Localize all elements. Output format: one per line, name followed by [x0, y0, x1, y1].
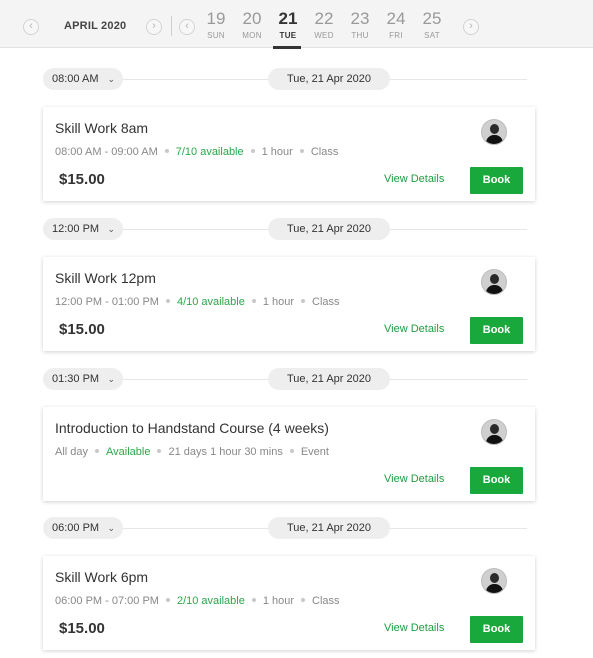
price: $15.00 — [59, 620, 105, 637]
time-separator: 06:00 PM ⌄ Tue, 21 Apr 2020 — [43, 517, 527, 539]
separator-dot — [301, 598, 306, 603]
divider — [171, 16, 172, 36]
separator-dot — [250, 149, 255, 154]
instructor-avatar — [481, 119, 507, 145]
availability: 4/10 available — [176, 296, 245, 308]
instructor-avatar — [481, 419, 507, 445]
session-card: Introduction to Handstand Course (4 week… — [43, 407, 535, 501]
session-card: Skill Work 12pm 12:00 PM - 01:00 PM 4/10 … — [43, 257, 535, 351]
day-24[interactable]: 24 FRI — [378, 9, 414, 41]
time-filter-dropdown[interactable]: 06:00 PM ⌄ — [43, 517, 123, 539]
session-meta: 08:00 AM - 09:00 AM 7/10 available 1 hour C… — [55, 146, 338, 158]
time-filter-dropdown[interactable]: 01:30 PM ⌄ — [43, 368, 123, 390]
duration: 1 hour — [262, 595, 295, 607]
session-time-range: 08:00 AM - 09:00 AM — [55, 146, 158, 158]
book-button[interactable]: Book — [470, 616, 523, 643]
date-label: Tue, 21 Apr 2020 — [268, 68, 390, 90]
time-filter-dropdown[interactable]: 12:00 PM ⌄ — [43, 218, 123, 240]
day-25[interactable]: 25 SAT — [414, 9, 450, 41]
availability: Available — [106, 446, 151, 458]
time-separator: 08:00 AM ⌄ Tue, 21 Apr 2020 — [43, 68, 527, 90]
time-filter-dropdown[interactable]: 08:00 AM ⌄ — [43, 68, 123, 90]
session-meta: 12:00 PM - 01:00 PM 4/10 available 1 hour C… — [55, 296, 340, 308]
session-meta: All day Available 21 days 1 hour 30 mins Ev… — [55, 446, 329, 458]
chevron-right-icon: › — [152, 20, 156, 32]
prev-week-button[interactable]: ‹ — [179, 19, 195, 35]
view-details-link[interactable]: View Details — [384, 173, 444, 185]
month-label: APRIL 2020 — [64, 20, 127, 32]
day-21-selected[interactable]: 21 TUE — [270, 9, 306, 49]
day-22[interactable]: 22 WED — [306, 9, 342, 41]
session-title: Introduction to Handstand Course (4 week… — [55, 420, 329, 436]
separator-dot — [289, 449, 294, 454]
view-details-link[interactable]: View Details — [384, 622, 444, 634]
availability: 7/10 available — [175, 146, 244, 158]
book-button[interactable]: Book — [470, 467, 523, 494]
date-navigation-bar: ‹ APRIL 2020 › ‹ 19 SUN 20 MON 21 TUE 22… — [0, 0, 593, 49]
view-details-link[interactable]: View Details — [384, 323, 444, 335]
separator-dot — [95, 449, 100, 454]
duration: 21 days 1 hour 30 mins — [168, 446, 283, 458]
time-separator: 01:30 PM ⌄ Tue, 21 Apr 2020 — [43, 368, 527, 390]
separator-dot — [157, 449, 162, 454]
date-label: Tue, 21 Apr 2020 — [268, 517, 390, 539]
session-type: Class — [310, 146, 339, 158]
session-type: Class — [312, 595, 340, 607]
prev-month-button[interactable]: ‹ — [23, 19, 39, 35]
date-label: Tue, 21 Apr 2020 — [268, 368, 390, 390]
book-button[interactable]: Book — [470, 317, 523, 344]
chevron-down-icon: ⌄ — [107, 374, 115, 384]
session-meta: 06:00 PM - 07:00 PM 2/10 available 1 hour C… — [55, 595, 340, 607]
day-19[interactable]: 19 SUN — [198, 9, 234, 41]
session-time-range: 12:00 PM - 01:00 PM — [55, 296, 159, 308]
chevron-left-icon: ‹ — [185, 20, 189, 32]
separator-dot — [301, 299, 306, 304]
session-title: Skill Work 6pm — [55, 569, 149, 585]
book-button[interactable]: Book — [470, 167, 523, 194]
separator-dot — [164, 149, 169, 154]
separator-dot — [165, 299, 170, 304]
session-card: Skill Work 6pm 06:00 PM - 07:00 PM 2/10 a… — [43, 556, 535, 650]
session-card: Skill Work 8am 08:00 AM - 09:00 AM 7/10 a… — [43, 107, 535, 201]
time-separator: 12:00 PM ⌄ Tue, 21 Apr 2020 — [43, 218, 527, 240]
separator-dot — [251, 299, 256, 304]
date-label: Tue, 21 Apr 2020 — [268, 218, 390, 240]
session-title: Skill Work 8am — [55, 120, 149, 136]
availability: 2/10 available — [176, 595, 245, 607]
separator-dot — [299, 149, 304, 154]
chevron-down-icon: ⌄ — [107, 224, 115, 234]
selected-day-underline — [273, 46, 301, 49]
chevron-left-icon: ‹ — [29, 20, 33, 32]
separator-dot — [251, 598, 256, 603]
next-month-button[interactable]: › — [146, 19, 162, 35]
next-week-button[interactable]: › — [463, 19, 479, 35]
chevron-down-icon: ⌄ — [107, 523, 115, 533]
session-type: Event — [300, 446, 329, 458]
price: $15.00 — [59, 171, 105, 188]
session-title: Skill Work 12pm — [55, 270, 156, 286]
day-23[interactable]: 23 THU — [342, 9, 378, 41]
instructor-avatar — [481, 568, 507, 594]
chevron-down-icon: ⌄ — [107, 74, 115, 84]
price: $15.00 — [59, 321, 105, 338]
instructor-avatar — [481, 269, 507, 295]
session-type: Class — [312, 296, 340, 308]
separator-dot — [165, 598, 170, 603]
session-time-range: All day — [55, 446, 89, 458]
chevron-right-icon: › — [469, 20, 473, 32]
duration: 1 hour — [261, 146, 293, 158]
day-20[interactable]: 20 MON — [234, 9, 270, 41]
view-details-link[interactable]: View Details — [384, 473, 444, 485]
session-time-range: 06:00 PM - 07:00 PM — [55, 595, 159, 607]
duration: 1 hour — [262, 296, 295, 308]
